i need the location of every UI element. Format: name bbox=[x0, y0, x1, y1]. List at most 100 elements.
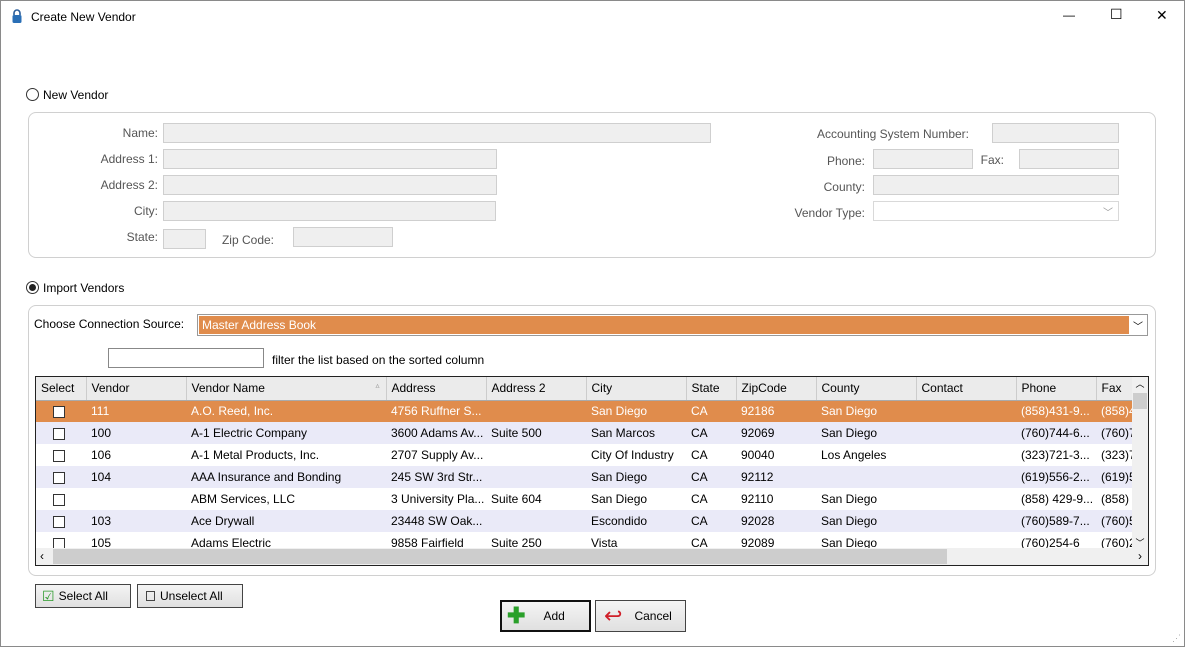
add-button[interactable]: ✚ Add bbox=[500, 600, 591, 632]
checkmark-icon: ☑ bbox=[42, 587, 55, 604]
city-input[interactable] bbox=[163, 201, 496, 221]
cell: 103 bbox=[86, 510, 186, 532]
cell: 23448 SW Oak... bbox=[386, 510, 486, 532]
scroll-thumb[interactable] bbox=[53, 549, 947, 564]
cell: San Diego bbox=[821, 492, 878, 506]
column-header[interactable]: Vendor Name ▵ bbox=[186, 377, 387, 401]
cell: CA bbox=[686, 400, 736, 422]
new-vendor-label: New Vendor bbox=[43, 88, 109, 102]
horizontal-scrollbar[interactable]: ‹ › bbox=[36, 548, 1148, 565]
resize-grip-icon[interactable]: ⋰ bbox=[1172, 633, 1181, 644]
row-checkbox[interactable] bbox=[53, 471, 65, 484]
acct-label: Accounting System Number: bbox=[816, 127, 969, 141]
fax-input[interactable] bbox=[1019, 149, 1119, 169]
filter-input[interactable] bbox=[108, 348, 264, 368]
county-input[interactable] bbox=[873, 175, 1119, 195]
new-vendor-radio[interactable] bbox=[26, 88, 39, 101]
table-row[interactable]: 106 A-1 Metal Products, Inc. 2707 Supply A… bbox=[36, 444, 1139, 466]
address2-input[interactable] bbox=[163, 175, 497, 195]
cancel-button[interactable]: ↩ Cancel bbox=[595, 600, 686, 632]
cell: (858) 429-9... bbox=[1021, 492, 1094, 506]
row-checkbox[interactable] bbox=[53, 449, 65, 462]
select-cell[interactable] bbox=[36, 400, 86, 422]
cell: 3 University Pla... bbox=[391, 492, 485, 506]
scroll-thumb[interactable] bbox=[1133, 393, 1147, 409]
row-checkbox[interactable] bbox=[53, 406, 65, 419]
cell bbox=[816, 466, 916, 488]
city-label: City: bbox=[134, 204, 158, 218]
row-checkbox[interactable] bbox=[53, 427, 65, 440]
cell bbox=[486, 510, 586, 532]
column-header[interactable]: State bbox=[686, 377, 737, 401]
state-input[interactable] bbox=[163, 229, 206, 249]
unselect-all-button[interactable]: Unselect All bbox=[137, 584, 243, 608]
table-row[interactable]: 103 Ace Drywall 23448 SW Oak... Escondido CA… bbox=[36, 510, 1140, 532]
cell: San Diego bbox=[816, 400, 916, 422]
cell bbox=[486, 400, 586, 422]
select-cell[interactable] bbox=[36, 510, 86, 532]
cell: 4756 Ruffner S... bbox=[386, 400, 486, 422]
cell: Suite 604 bbox=[491, 492, 542, 506]
vendor-type-select[interactable]: ﹀ bbox=[873, 201, 1119, 221]
vertical-scrollbar[interactable]: ︿ ﹀ bbox=[1132, 377, 1148, 549]
cancel-label: Cancel bbox=[634, 609, 672, 623]
cell: Ace Drywall bbox=[186, 510, 386, 532]
cell: ABM Services, LLC bbox=[191, 492, 296, 506]
address1-input[interactable] bbox=[163, 149, 497, 169]
column-header[interactable]: Address 2 bbox=[486, 377, 587, 401]
name-input[interactable] bbox=[163, 123, 711, 143]
select-cell[interactable] bbox=[36, 488, 86, 510]
select-cell[interactable] bbox=[36, 466, 86, 488]
row-checkbox[interactable] bbox=[53, 493, 65, 506]
cell: 100 bbox=[86, 422, 186, 444]
cell: (619)556-2... bbox=[1016, 466, 1096, 488]
cell: Los Angeles bbox=[821, 448, 887, 462]
cell: 104 bbox=[86, 466, 186, 488]
cell: (760)744-6... bbox=[1016, 422, 1096, 444]
table-row[interactable]: ABM Services, LLC 3 University Pla... Suit… bbox=[36, 488, 1139, 510]
select-cell[interactable] bbox=[36, 444, 86, 466]
connection-source-select[interactable]: Master Address Book ﹀ bbox=[197, 314, 1148, 336]
cell bbox=[916, 444, 1016, 466]
table-row[interactable]: 100 A-1 Electric Company 3600 Adams Av... S… bbox=[36, 422, 1140, 444]
table-row[interactable]: 111 A.O. Reed, Inc. 4756 Ruffner S... San D… bbox=[36, 400, 1140, 422]
cell: 3600 Adams Av... bbox=[386, 422, 486, 444]
zip-input[interactable] bbox=[293, 227, 393, 247]
cell: 2707 Supply Av... bbox=[391, 448, 484, 462]
column-header[interactable]: Phone bbox=[1016, 377, 1097, 401]
maximize-button[interactable]: ☐ bbox=[1110, 6, 1123, 23]
acct-input[interactable] bbox=[992, 123, 1119, 143]
column-header[interactable]: ZipCode bbox=[736, 377, 817, 401]
import-vendors-radio[interactable] bbox=[26, 281, 39, 294]
cell bbox=[916, 422, 1016, 444]
close-button[interactable]: ✕ bbox=[1156, 7, 1168, 24]
cell: San Diego bbox=[816, 422, 916, 444]
lock-icon bbox=[12, 9, 22, 23]
row-checkbox[interactable] bbox=[53, 515, 65, 528]
column-header[interactable]: County bbox=[816, 377, 917, 401]
scroll-right-icon[interactable]: › bbox=[1138, 549, 1142, 563]
scroll-up-icon[interactable]: ︿ bbox=[1132, 377, 1148, 393]
select-cell[interactable] bbox=[36, 422, 86, 444]
cell: 90040 bbox=[741, 448, 775, 462]
cell: A-1 Metal Products, Inc. bbox=[191, 448, 320, 462]
table-row[interactable]: 104 AAA Insurance and Bonding 245 SW 3rd S… bbox=[36, 466, 1140, 488]
phone-input[interactable] bbox=[873, 149, 973, 169]
column-header[interactable]: Contact bbox=[916, 377, 1017, 401]
cell: San Diego bbox=[586, 400, 686, 422]
cell: (323)721-3... bbox=[1021, 448, 1090, 462]
scroll-left-icon[interactable]: ‹ bbox=[40, 549, 44, 563]
column-header[interactable]: Vendor bbox=[86, 377, 187, 401]
cell: CA bbox=[686, 422, 736, 444]
select-all-button[interactable]: ☑ Select All bbox=[35, 584, 131, 608]
name-label: Name: bbox=[122, 126, 158, 140]
column-header[interactable]: Select bbox=[36, 377, 87, 401]
cell: (858)431-9... bbox=[1016, 400, 1096, 422]
address2-label: Address 2: bbox=[100, 178, 158, 192]
column-header[interactable]: City bbox=[586, 377, 687, 401]
vendor-type-label: Vendor Type: bbox=[794, 206, 866, 220]
cell bbox=[916, 400, 1016, 422]
column-header[interactable]: Address bbox=[386, 377, 487, 401]
minimize-button[interactable]: — bbox=[1063, 8, 1075, 22]
cell: 111 bbox=[86, 400, 186, 422]
